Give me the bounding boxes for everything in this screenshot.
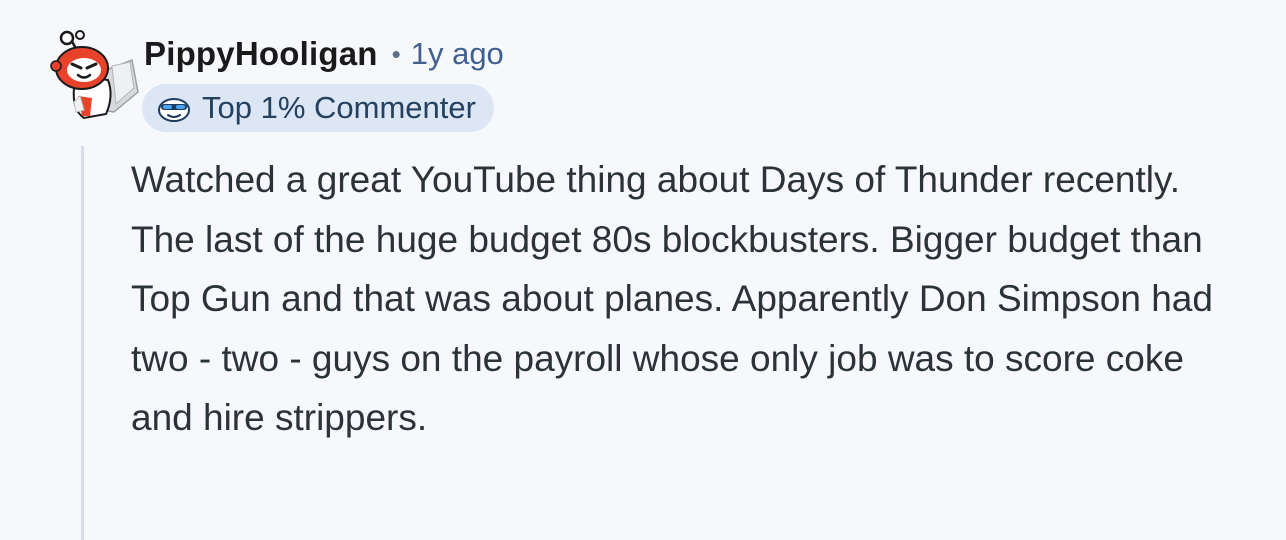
comment: PippyHooligan • 1y ago Top 1% Commenter … bbox=[0, 0, 1286, 540]
comment-meta: PippyHooligan • 1y ago bbox=[144, 30, 504, 78]
snoo-avatar-icon bbox=[50, 30, 139, 120]
avatar[interactable] bbox=[48, 26, 144, 122]
thread-collapse-line[interactable] bbox=[81, 146, 84, 540]
snoo-sunglasses-icon bbox=[156, 93, 192, 123]
flair-label: Top 1% Commenter bbox=[202, 90, 476, 125]
comment-body-text: Watched a great YouTube thing about Days… bbox=[131, 159, 1213, 438]
timestamp-link[interactable]: 1y ago bbox=[411, 36, 504, 72]
username-link[interactable]: PippyHooligan bbox=[144, 35, 378, 73]
meta-separator: • bbox=[391, 38, 401, 69]
user-flair-badge[interactable]: Top 1% Commenter bbox=[142, 84, 494, 132]
comment-body: Watched a great YouTube thing about Days… bbox=[131, 150, 1251, 448]
